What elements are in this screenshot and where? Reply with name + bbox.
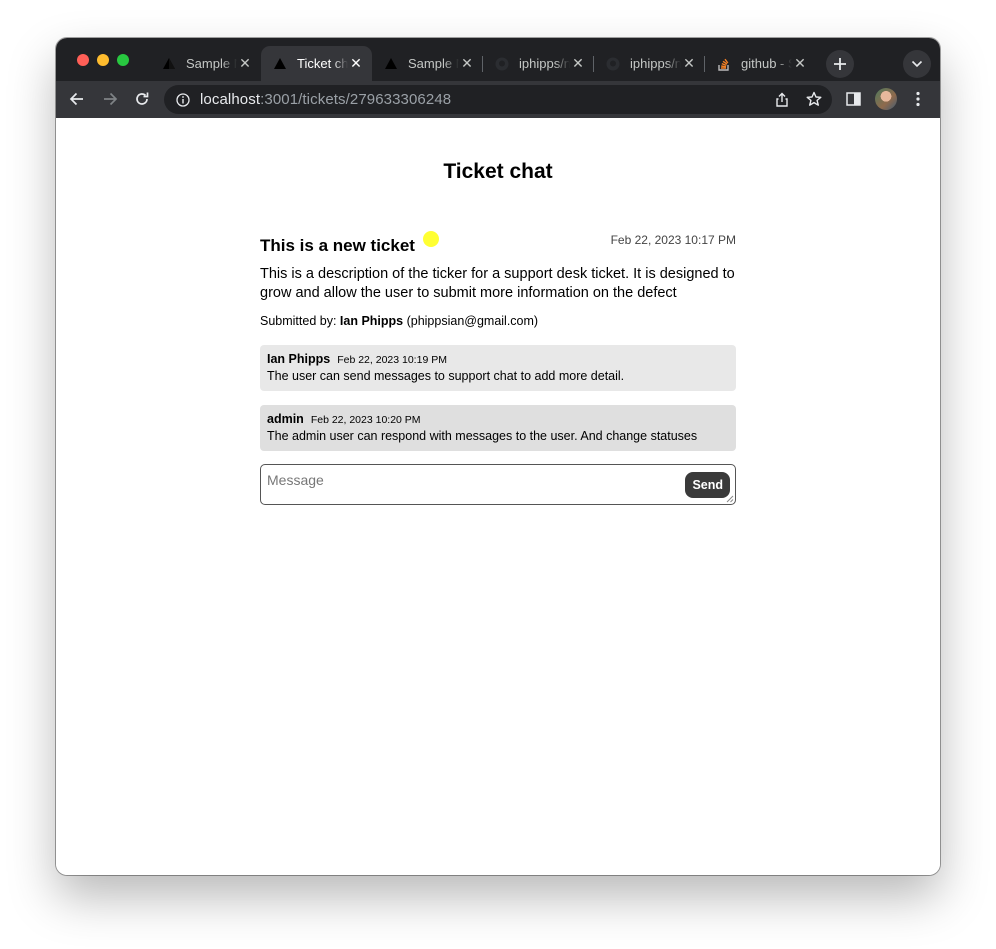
browser-tab[interactable]: Sample Next.js Ticketing App ✕ [150,46,261,81]
message-author: Ian Phipps [267,352,331,366]
avatar [875,88,897,110]
share-icon[interactable] [772,89,792,109]
chat-message: admin Feb 22, 2023 10:20 PM The admin us… [260,405,736,451]
ticket-title: This is a new ticket [260,236,415,255]
tab-title: Sample Next.js Ticketing App [186,56,237,71]
browser-tab[interactable]: iphipps/nextjs-ticketing ✕ [483,46,594,81]
message-input[interactable] [261,465,735,504]
ticket-description: This is a description of the ticker for … [260,266,735,301]
tab-title: Ticket chat [297,56,348,71]
send-button[interactable]: Send [685,472,730,498]
url-path: :3001/tickets/279633306248 [260,91,452,108]
close-tab-icon[interactable]: ✕ [792,55,808,72]
url-host: localhost [200,91,261,108]
new-tab-button[interactable] [826,50,854,78]
submitter-name: Ian Phipps [339,314,404,328]
side-panel-button[interactable] [841,87,865,111]
kebab-menu-icon [916,91,920,107]
ticket-date: Feb 22, 2023 10:17 PM [610,233,736,247]
submitter-email: (phippsian@gmail.com) [406,314,539,328]
chevron-down-icon [911,60,923,68]
tab-title: Sample Next.js Ticketing App [408,56,459,71]
side-panel-icon [845,92,861,106]
close-tab-icon[interactable]: ✕ [459,55,475,72]
browser-window: Sample Next.js Ticketing App ✕ Ticket ch… [56,38,940,875]
message-header: admin Feb 22, 2023 10:20 PM [267,412,729,426]
arrow-left-icon [69,92,83,106]
tab-title: iphipps/nextjs-ticketing [519,56,570,71]
message-text: The user can send messages to support ch… [267,369,625,383]
forward-button[interactable] [98,87,122,111]
tab-title: github - Stack Overflow [741,56,792,71]
ticket-header: This is a new ticket Feb 22, 2023 10:17 … [260,228,736,256]
ticket-title-row: This is a new ticket [260,231,439,256]
browser-tab-active[interactable]: Ticket chat ✕ [261,46,372,81]
message-composer: Send [260,464,736,505]
back-button[interactable] [65,87,89,111]
bookmark-star-icon[interactable] [804,89,824,109]
plus-icon [834,58,846,70]
page-title: Ticket chat [443,160,553,183]
vercel-triangle-icon [273,57,287,71]
vercel-triangle-icon [162,57,176,71]
address-bar[interactable]: localhost:3001/tickets/279633306248 [164,85,832,114]
github-icon [606,57,620,71]
stackoverflow-icon [717,57,731,71]
message-header: Ian Phipps Feb 22, 2023 10:19 PM [267,352,729,366]
chat-message: Ian Phipps Feb 22, 2023 10:19 PM The use… [260,345,736,391]
reload-button[interactable] [130,87,154,111]
message-date: Feb 22, 2023 10:20 PM [310,414,421,426]
url-text: localhost:3001/tickets/279633306248 [200,91,451,108]
message-text: The admin user can respond with messages… [267,429,698,443]
site-info-icon[interactable] [174,91,192,109]
status-indicator [422,231,439,247]
reload-icon [136,92,149,105]
browser-menu-button[interactable] [906,87,930,111]
close-tab-icon[interactable]: ✕ [237,55,253,72]
address-bar-actions [772,89,824,109]
vercel-triangle-icon [384,57,398,71]
tab-title: iphipps/nextjs-ticketing [630,56,681,71]
tab-search-button[interactable] [903,50,931,78]
submitted-label: Submitted by: [260,314,340,328]
zoom-window-button[interactable] [117,54,129,66]
close-tab-icon[interactable]: ✕ [348,55,364,72]
browser-tab[interactable]: iphipps/nextjs-ticketing ✕ [594,46,705,81]
resize-grip-icon[interactable] [726,495,734,503]
close-tab-icon[interactable]: ✕ [570,55,586,72]
message-author: admin [267,412,304,426]
submitted-by: Submitted by: Ian Phipps (phippsian@gmai… [260,314,736,328]
message-date: Feb 22, 2023 10:19 PM [337,354,447,366]
github-icon [495,57,509,71]
close-tab-icon[interactable]: ✕ [681,55,697,72]
profile-button[interactable] [874,87,898,111]
minimize-window-button[interactable] [97,54,109,66]
tab-strip: Sample Next.js Ticketing App ✕ Ticket ch… [56,38,940,81]
browser-toolbar: localhost:3001/tickets/279633306248 [56,81,940,118]
close-window-button[interactable] [77,54,89,66]
arrow-right-icon [104,92,118,106]
ticket-card: This is a new ticket Feb 22, 2023 10:17 … [260,228,736,505]
message-list: Ian Phipps Feb 22, 2023 10:19 PM The use… [260,345,736,451]
page-content: Ticket chat This is a new ticket Feb 22,… [56,118,940,875]
window-controls [77,54,129,66]
browser-tab[interactable]: Sample Next.js Ticketing App ✕ [372,46,483,81]
browser-tab[interactable]: github - Stack Overflow ✕ [705,46,816,81]
